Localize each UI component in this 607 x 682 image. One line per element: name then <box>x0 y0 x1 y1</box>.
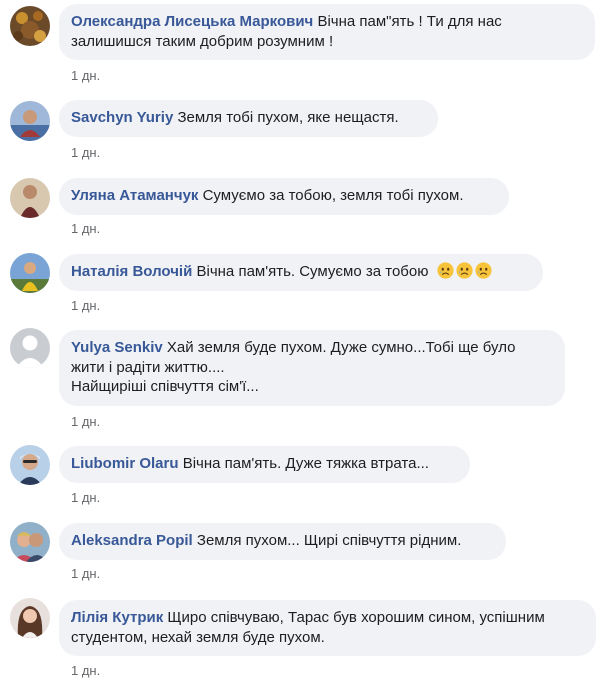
avatar-photo-icon <box>10 178 50 218</box>
comment-text-line: Найщиріші співчуття сім'ї... <box>71 378 259 395</box>
sad-face-emoji-icon <box>456 262 473 279</box>
comment-author-link[interactable]: Liubomir Olaru <box>71 455 179 472</box>
comment-timestamp[interactable]: 1 дн. <box>71 663 100 678</box>
avatar[interactable] <box>10 6 50 46</box>
avatar[interactable] <box>10 101 50 141</box>
comment-timestamp[interactable]: 1 дн. <box>71 145 100 160</box>
avatar-photo-icon <box>10 253 50 293</box>
comment-bubble: Наталія Волочій Вічна пам'ять. Сумуємо з… <box>59 254 543 291</box>
comment-timestamp[interactable]: 1 дн. <box>71 490 100 505</box>
comment-author-link[interactable]: Лілія Кутрик <box>71 609 163 626</box>
comment-author-link[interactable]: Aleksandra Popil <box>71 532 193 549</box>
comment-author-link[interactable]: Savchyn Yuriy <box>71 109 173 126</box>
sad-face-emoji-icon <box>475 262 492 279</box>
comment-bubble: Yulya Senkiv Хай земля буде пухом. Дуже … <box>59 330 565 406</box>
comment-bubble: Уляна Атаманчук Сумуємо за тобою, земля … <box>59 178 509 215</box>
comment-bubble: Олександра Лисецька Маркович Вічна пам"я… <box>59 4 595 60</box>
comment-author-link[interactable]: Олександра Лисецька Маркович <box>71 13 313 30</box>
sad-face-emoji-icon <box>437 262 454 279</box>
comment-bubble: Liubomir Olaru Вічна пам'ять. Дуже тяжка… <box>59 446 470 483</box>
comment-text: Вічна пам'ять. Дуже тяжка втрата... <box>182 455 429 472</box>
comment-text: Вічна пам'ять. Сумуємо за тобою <box>196 263 429 280</box>
avatar-photo-icon <box>10 6 50 46</box>
default-avatar-icon <box>10 328 50 368</box>
comment-timestamp[interactable]: 1 дн. <box>71 298 100 313</box>
comment-timestamp[interactable]: 1 дн. <box>71 68 100 83</box>
avatar[interactable] <box>10 445 50 485</box>
comment-bubble: Savchyn Yuriy Земля тобі пухом, яке неща… <box>59 100 438 137</box>
comment-author-link[interactable]: Yulya Senkiv <box>71 339 163 356</box>
avatar-photo-icon <box>10 598 50 638</box>
avatar[interactable] <box>10 522 50 562</box>
comment-text: Сумуємо за тобою, земля тобі пухом. <box>202 187 464 204</box>
avatar[interactable] <box>10 253 50 293</box>
comment-timestamp[interactable]: 1 дн. <box>71 221 100 236</box>
comment-bubble: Лілія Кутрик Щиро співчуваю, Тарас був х… <box>59 600 596 656</box>
comment-text: Земля тобі пухом, яке нещастя. <box>177 109 399 126</box>
avatar[interactable] <box>10 178 50 218</box>
avatar-photo-icon <box>10 445 50 485</box>
comment-timestamp[interactable]: 1 дн. <box>71 414 100 429</box>
comment-author-link[interactable]: Уляна Атаманчук <box>71 187 198 204</box>
avatar[interactable] <box>10 598 50 638</box>
comment-text: Земля пухом... Щирі співчуття рідним. <box>196 532 462 549</box>
comment-bubble: Aleksandra Popil Земля пухом... Щирі спі… <box>59 523 506 560</box>
avatar[interactable] <box>10 328 50 368</box>
avatar-photo-icon <box>10 522 50 562</box>
avatar-photo-icon <box>10 101 50 141</box>
comment-author-link[interactable]: Наталія Волочій <box>71 263 192 280</box>
comment-timestamp[interactable]: 1 дн. <box>71 566 100 581</box>
